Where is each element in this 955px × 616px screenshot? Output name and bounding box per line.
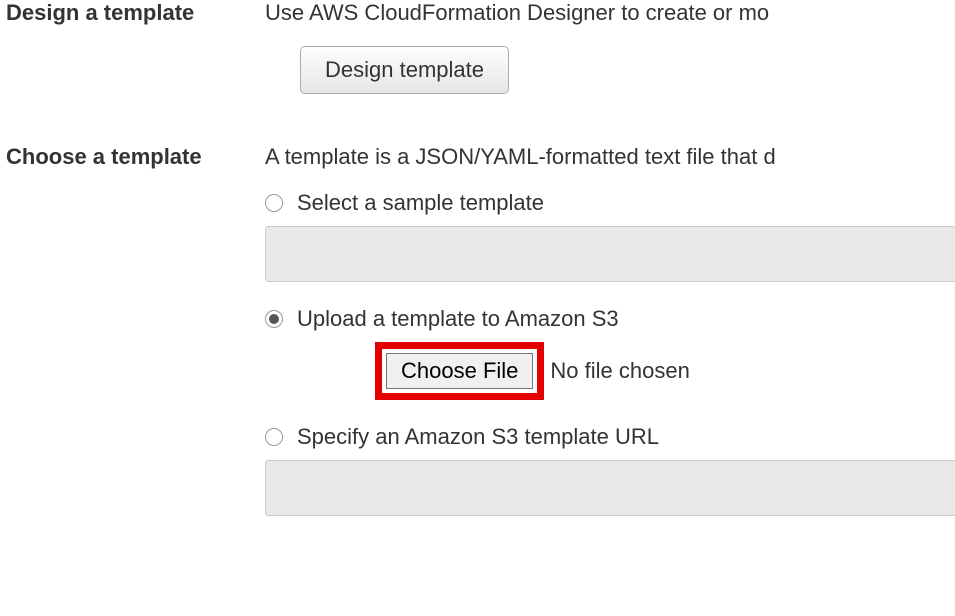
- choose-template-content: A template is a JSON/YAML-formatted text…: [265, 144, 955, 540]
- design-template-content: Use AWS CloudFormation Designer to creat…: [265, 0, 955, 94]
- choose-template-description: A template is a JSON/YAML-formatted text…: [265, 144, 955, 170]
- radio-upload-s3-label: Upload a template to Amazon S3: [297, 306, 619, 332]
- file-chosen-status: No file chosen: [550, 358, 689, 384]
- radio-sample-template[interactable]: [265, 194, 283, 212]
- radio-upload-s3[interactable]: [265, 310, 283, 328]
- file-upload-row: Choose File No file chosen: [375, 342, 955, 400]
- design-template-section: Design a template Use AWS CloudFormation…: [0, 0, 955, 94]
- choose-template-section: Choose a template A template is a JSON/Y…: [0, 144, 955, 540]
- design-template-description: Use AWS CloudFormation Designer to creat…: [265, 0, 955, 26]
- choose-file-button[interactable]: Choose File: [386, 353, 533, 389]
- s3-url-input[interactable]: [265, 460, 955, 516]
- radio-row-s3-url: Specify an Amazon S3 template URL: [265, 424, 955, 450]
- radio-sample-template-label: Select a sample template: [297, 190, 544, 216]
- radio-row-sample: Select a sample template: [265, 190, 955, 216]
- choose-template-label: Choose a template: [0, 144, 265, 170]
- design-template-label: Design a template: [0, 0, 265, 26]
- sample-template-select[interactable]: [265, 226, 955, 282]
- radio-row-upload: Upload a template to Amazon S3: [265, 306, 955, 332]
- choose-file-highlight: Choose File: [375, 342, 544, 400]
- design-template-button[interactable]: Design template: [300, 46, 509, 94]
- radio-s3-url[interactable]: [265, 428, 283, 446]
- radio-s3-url-label: Specify an Amazon S3 template URL: [297, 424, 659, 450]
